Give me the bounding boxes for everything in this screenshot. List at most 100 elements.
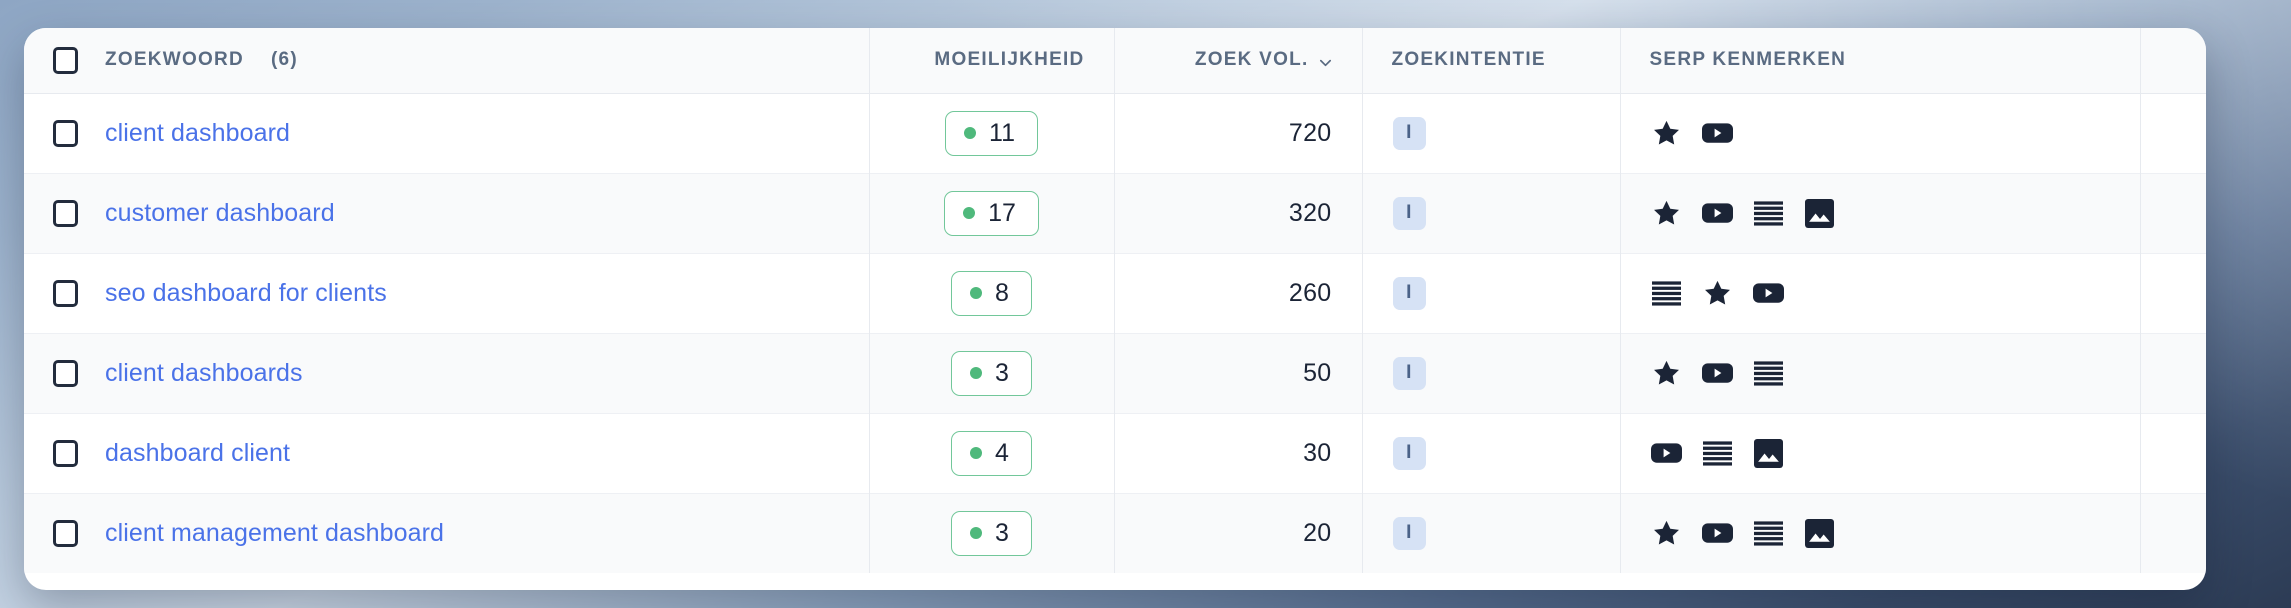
difficulty-dot-icon <box>970 287 983 299</box>
column-header-volume[interactable]: ZOEK VOL. <box>1113 28 1362 94</box>
column-header-keyword[interactable]: ZOEKWOORD (6) <box>24 28 869 94</box>
serp-feature-list <box>1621 118 2140 149</box>
keyword-link[interactable]: client dashboards <box>105 359 303 388</box>
snippet-icon <box>1702 438 1733 469</box>
cell-difficulty: 17 <box>868 172 1114 253</box>
cell-volume: 720 <box>1113 93 1362 173</box>
intent-badge[interactable]: I <box>1392 196 1426 230</box>
row-checkbox[interactable] <box>53 519 78 547</box>
cell-serp-features <box>1619 252 2140 333</box>
intent-badge[interactable]: I <box>1392 276 1426 310</box>
difficulty-dot-icon <box>970 527 983 540</box>
difficulty-value: 3 <box>995 518 1009 547</box>
cell-cpc: – <box>2139 252 2206 333</box>
volume-value: 260 <box>1288 278 1332 307</box>
cell-volume: 50 <box>1113 332 1362 413</box>
serp-feature-list <box>1621 358 2140 389</box>
column-header-keyword-label: ZOEKWOORD <box>105 49 244 71</box>
table-header: ZOEKWOORD (6) MOEILIJKHEID ZOEK VOL. ZOE… <box>24 28 2206 94</box>
keyword-link[interactable]: client dashboard <box>105 119 290 148</box>
column-header-difficulty-label: MOEILIJKHEID <box>934 49 1085 71</box>
difficulty-value: 17 <box>988 198 1016 227</box>
difficulty-value: 8 <box>995 278 1009 307</box>
star-icon <box>1702 278 1733 309</box>
volume-value: 30 <box>1303 438 1332 467</box>
volume-value: 50 <box>1303 358 1332 387</box>
serp-feature-list <box>1621 438 2140 469</box>
snippet-icon <box>1753 198 1784 229</box>
video-icon <box>1701 118 1733 149</box>
cell-cpc: – <box>2139 412 2206 493</box>
difficulty-value: 11 <box>989 118 1015 147</box>
difficulty-badge: 17 <box>944 190 1039 236</box>
table-row[interactable]: customer dashboard 17 320 I €9 <box>24 172 2206 253</box>
cell-volume: 30 <box>1113 412 1362 493</box>
cell-cpc: €8.8 <box>2139 332 2206 413</box>
cell-volume: 260 <box>1113 252 1362 333</box>
cell-difficulty: 3 <box>868 492 1114 573</box>
keyword-link[interactable]: seo dashboard for clients <box>105 279 387 308</box>
keyword-link[interactable]: dashboard client <box>105 439 290 468</box>
column-header-intent[interactable]: ZOEKINTENTIE <box>1361 28 1620 94</box>
row-checkbox[interactable] <box>53 119 78 147</box>
serp-feature-list <box>1621 198 2140 229</box>
cell-volume: 20 <box>1113 492 1362 573</box>
select-all-checkbox[interactable] <box>53 46 78 74</box>
volume-value: 720 <box>1288 118 1332 147</box>
column-header-serp-label: SERP KENMERKEN <box>1649 49 1847 71</box>
cell-intent: I <box>1361 172 1620 253</box>
image-icon <box>1804 198 1835 229</box>
cell-serp-features <box>1619 412 2140 493</box>
video-icon <box>1701 518 1733 549</box>
table-row[interactable]: dashboard client 4 30 I – <box>24 412 2206 493</box>
difficulty-badge: 11 <box>945 110 1038 156</box>
volume-value: 20 <box>1303 518 1332 547</box>
cell-keyword: client dashboard <box>24 93 869 173</box>
star-icon <box>1651 198 1682 229</box>
serp-feature-list <box>1621 278 2140 309</box>
table-row[interactable]: client dashboards 3 50 I €8.8 <box>24 332 2206 413</box>
row-checkbox[interactable] <box>53 439 78 467</box>
column-header-cpc[interactable]: CPC <box>2139 28 2206 94</box>
intent-badge[interactable]: I <box>1392 516 1426 550</box>
column-header-volume-label: ZOEK VOL. <box>1194 49 1309 71</box>
column-header-intent-label: ZOEKINTENTIE <box>1391 49 1546 71</box>
video-icon <box>1701 358 1733 389</box>
row-checkbox[interactable] <box>53 199 78 227</box>
cell-keyword: client management dashboard <box>24 492 869 573</box>
cell-difficulty: 3 <box>868 332 1114 413</box>
snippet-icon <box>1753 358 1784 389</box>
volume-value: 320 <box>1288 198 1332 227</box>
column-header-difficulty[interactable]: MOEILIJKHEID <box>868 28 1114 94</box>
table-row[interactable]: seo dashboard for clients 8 260 I – <box>24 252 2206 333</box>
table-body: client dashboard11720I€5.03customer dash… <box>24 93 2206 573</box>
cell-intent: I <box>1361 252 1620 333</box>
row-checkbox[interactable] <box>53 279 78 307</box>
intent-badge[interactable]: I <box>1392 116 1426 150</box>
keyword-link[interactable]: client management dashboard <box>105 519 444 548</box>
cell-serp-features <box>1619 492 2140 573</box>
cell-intent: I <box>1361 332 1620 413</box>
intent-badge[interactable]: I <box>1392 436 1426 470</box>
cell-cpc: €9 <box>2139 172 2206 253</box>
row-checkbox[interactable] <box>53 359 78 387</box>
cell-intent: I <box>1361 93 1620 173</box>
keyword-table: ZOEKWOORD (6) MOEILIJKHEID ZOEK VOL. ZOE… <box>24 28 2206 573</box>
cell-cpc: €8.82 <box>2139 492 2206 573</box>
snippet-icon <box>1753 518 1784 549</box>
difficulty-value: 3 <box>995 358 1009 387</box>
column-header-serp[interactable]: SERP KENMERKEN <box>1619 28 2140 94</box>
table-row[interactable]: client management dashboard 3 20 I €8.82 <box>24 492 2206 573</box>
video-icon <box>1650 438 1682 469</box>
keyword-count: (6) <box>270 49 298 71</box>
cell-intent: I <box>1361 492 1620 573</box>
difficulty-badge: 3 <box>951 510 1032 556</box>
star-icon <box>1651 358 1682 389</box>
keyword-link[interactable]: customer dashboard <box>105 199 335 228</box>
cell-serp-features <box>1619 93 2140 173</box>
difficulty-dot-icon <box>970 447 983 459</box>
cell-keyword: client dashboards <box>24 332 869 413</box>
cell-difficulty: 8 <box>868 252 1114 333</box>
intent-badge[interactable]: I <box>1392 356 1426 390</box>
table-row[interactable]: client dashboard 11 720 I €5.03 <box>24 93 2206 173</box>
